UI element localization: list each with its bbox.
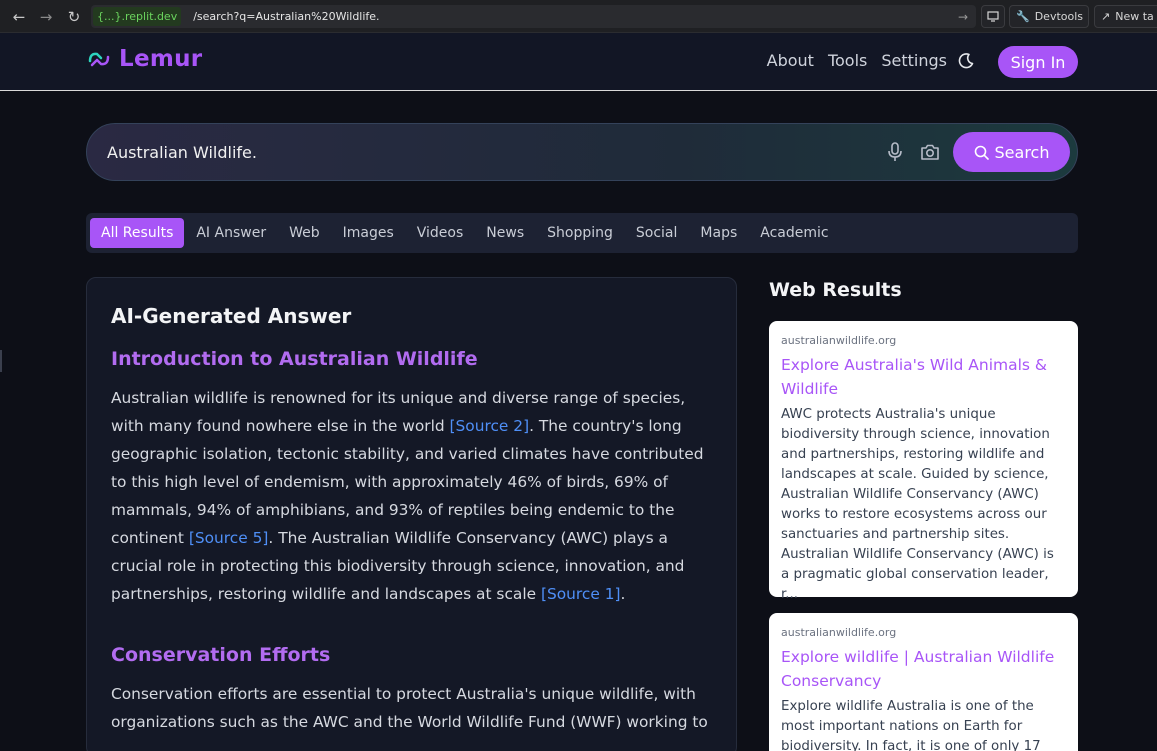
main-nav: About Tools Settings [767, 51, 947, 70]
nav-tools[interactable]: Tools [828, 51, 867, 70]
wrench-icon: 🔧 [1016, 10, 1030, 23]
result-title-link[interactable]: Explore wildlife | Australian Wildlife C… [781, 645, 1066, 693]
back-arrow-icon[interactable]: ← [6, 4, 32, 30]
web-result-card[interactable]: australianwildlife.org Explore wildlife … [769, 613, 1078, 751]
result-tabs: All Results AI Answer Web Images Videos … [86, 213, 1078, 253]
source-link[interactable]: [Source 1] [541, 585, 621, 603]
browser-toolbar: ← → ↻ {...} .replit.dev /search?q=Austral… [0, 0, 1157, 33]
tab-images[interactable]: Images [332, 218, 405, 248]
search-icon [974, 145, 989, 160]
ai-answer-title: AI-Generated Answer [111, 304, 352, 328]
section-paragraph: Australian wildlife is renowned for its … [111, 384, 712, 608]
paragraph-text: . [620, 585, 626, 603]
section-heading: Conservation Efforts [111, 644, 331, 666]
tab-all-results[interactable]: All Results [90, 218, 185, 248]
search-bar: Australian Wildlife. Search [86, 123, 1078, 181]
tab-academic[interactable]: Academic [749, 218, 839, 248]
tab-news[interactable]: News [475, 218, 535, 248]
tab-maps[interactable]: Maps [689, 218, 748, 248]
new-tab-button[interactable]: ↗ New ta [1094, 5, 1157, 28]
external-link-icon: ↗ [1101, 10, 1111, 23]
tab-web[interactable]: Web [278, 218, 331, 248]
logo-icon [88, 52, 110, 67]
window-edge-handle [0, 350, 2, 372]
logo-text: Lemur [119, 46, 203, 72]
tab-shopping[interactable]: Shopping [536, 218, 624, 248]
paragraph-text: . The country's long geographic isolatio… [111, 417, 704, 547]
section-paragraph: Conservation efforts are essential to pr… [111, 680, 712, 736]
url-host-prefix: {...} [97, 10, 122, 23]
nav-settings[interactable]: Settings [881, 51, 947, 70]
result-title-link[interactable]: Explore Australia's Wild Animals & Wildl… [781, 353, 1066, 401]
search-input[interactable]: Australian Wildlife. [107, 143, 257, 162]
web-results-title: Web Results [769, 279, 902, 301]
tab-videos[interactable]: Videos [406, 218, 475, 248]
microphone-icon[interactable] [886, 142, 904, 162]
result-domain: australianwildlife.org [781, 626, 897, 639]
section-heading: Introduction to Australian Wildlife [111, 348, 478, 370]
logo[interactable]: Lemur [87, 46, 202, 72]
go-arrow-icon[interactable]: → [958, 10, 968, 24]
result-snippet: AWC protects Australia's unique biodiver… [781, 407, 1054, 602]
web-result-card[interactable]: australianwildlife.org Explore Australia… [769, 321, 1078, 602]
new-tab-label: New ta [1115, 10, 1154, 23]
address-bar[interactable]: {...} .replit.dev /search?q=Australian%20… [91, 5, 976, 28]
monitor-icon [987, 11, 999, 22]
ai-answer-panel: AI-Generated Answer Introduction to Aust… [86, 277, 737, 751]
screen-button[interactable] [981, 5, 1005, 28]
result-snippet: Explore wildlife Australia is one of the… [781, 699, 1041, 751]
tab-ai-answer[interactable]: AI Answer [185, 218, 277, 248]
app-header: Lemur About Tools Settings Sign In [0, 33, 1157, 91]
forward-arrow-icon[interactable]: → [33, 4, 59, 30]
source-link[interactable]: [Source 5] [189, 529, 269, 547]
result-domain: australianwildlife.org [781, 334, 897, 347]
moon-icon[interactable] [957, 52, 975, 70]
search-button-label: Search [994, 142, 1050, 162]
nav-about[interactable]: About [767, 51, 814, 70]
sign-in-button[interactable]: Sign In [998, 46, 1078, 78]
url-path: /search?q=Australian%20Wildlife. [193, 10, 380, 23]
devtools-button[interactable]: 🔧 Devtools [1009, 5, 1089, 28]
source-link[interactable]: [Source 2] [450, 417, 530, 435]
reload-icon[interactable]: ↻ [61, 4, 87, 30]
paragraph-text: Conservation efforts are essential to pr… [111, 685, 708, 731]
search-button[interactable]: Search [953, 132, 1070, 172]
camera-icon[interactable] [920, 143, 940, 161]
devtools-label: Devtools [1034, 10, 1084, 23]
url-host-text: .replit.dev [121, 10, 178, 23]
tab-social[interactable]: Social [625, 218, 689, 248]
url-host: {...} .replit.dev [93, 7, 182, 26]
